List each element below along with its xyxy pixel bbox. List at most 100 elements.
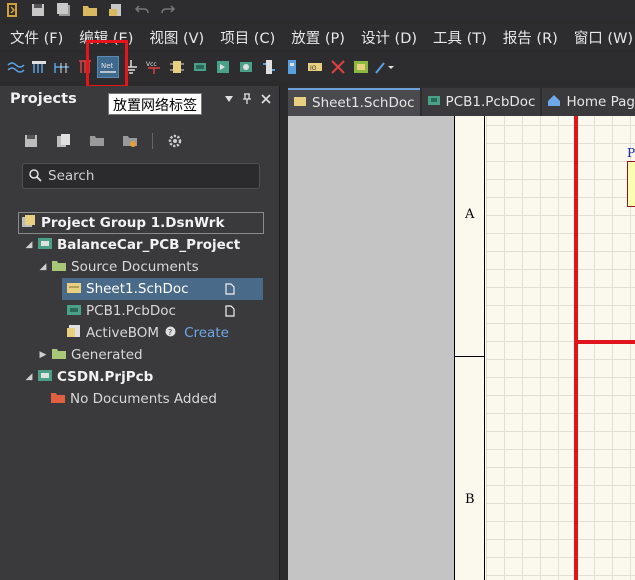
menu-view[interactable]: 视图 (V) bbox=[139, 27, 210, 48]
pcb-doc-icon bbox=[66, 303, 82, 320]
place-drawing-tools-icon[interactable] bbox=[374, 57, 394, 77]
zone-label-b: B bbox=[465, 492, 475, 507]
document-modified-icon bbox=[225, 283, 235, 295]
expand-arrow-icon[interactable]: ◢ bbox=[38, 262, 48, 272]
place-port-icon[interactable] bbox=[259, 57, 279, 77]
tree-item-label: PCB1.PcbDoc bbox=[86, 303, 176, 319]
save-project-icon[interactable] bbox=[20, 130, 42, 152]
place-parameter-set-icon[interactable] bbox=[351, 57, 371, 77]
add-folder-icon[interactable] bbox=[86, 130, 108, 152]
gear-icon[interactable] bbox=[164, 130, 186, 152]
menu-reports[interactable]: 报告 (R) bbox=[493, 27, 564, 48]
menu-bar: 文件 (F) 编辑 (E) 视图 (V) 项目 (C) 放置 (P) 设计 (D… bbox=[0, 24, 635, 50]
save-icon[interactable] bbox=[30, 2, 46, 18]
bom-icon bbox=[66, 324, 82, 342]
document-modified-icon bbox=[225, 305, 235, 317]
menu-file[interactable]: 文件 (F) bbox=[0, 27, 69, 48]
project-options-icon[interactable] bbox=[119, 130, 141, 152]
schematic-doc-icon bbox=[293, 95, 307, 111]
tree-item-sheet1-schdoc[interactable]: Sheet1.SchDoc bbox=[62, 278, 263, 300]
expand-arrow-icon[interactable]: ◢ bbox=[24, 372, 34, 382]
empty-folder-icon bbox=[50, 391, 66, 408]
zone-label-a: A bbox=[465, 207, 475, 222]
search-placeholder: Search bbox=[48, 168, 95, 184]
sheet-border-zone: A B bbox=[455, 116, 485, 580]
search-input[interactable]: Search bbox=[22, 163, 260, 189]
tree-item-label: No Documents Added bbox=[70, 391, 217, 407]
place-wire-icon[interactable] bbox=[6, 57, 26, 77]
place-bus-icon[interactable] bbox=[29, 57, 49, 77]
tooltip: 放置网络标签 bbox=[108, 93, 202, 115]
place-ground-icon[interactable] bbox=[121, 57, 141, 77]
svg-text:Vcc: Vcc bbox=[146, 61, 157, 68]
component-designator: P bbox=[627, 146, 635, 160]
undo-icon[interactable] bbox=[134, 2, 150, 18]
toolbar-separator bbox=[152, 133, 153, 149]
menu-edit[interactable]: 编辑 (E) bbox=[69, 27, 139, 48]
place-sheet-symbol-icon[interactable] bbox=[190, 57, 210, 77]
tree-item-label: Project Group 1.DsnWrk bbox=[41, 215, 225, 231]
menu-tools[interactable]: 工具 (T) bbox=[423, 27, 493, 48]
menu-design[interactable]: 设计 (D) bbox=[351, 27, 423, 48]
redo-icon[interactable] bbox=[160, 2, 176, 18]
tree-item-pcb1-pcbdoc[interactable]: PCB1.PcbDoc bbox=[62, 300, 263, 322]
canvas-background bbox=[288, 116, 454, 580]
place-power-port-icon[interactable]: Vcc bbox=[144, 57, 164, 77]
zone-divider bbox=[455, 356, 485, 357]
tree-item-project-csdn[interactable]: ◢ CSDN.PrjPcb bbox=[24, 366, 154, 388]
tree-item-project-balancecar[interactable]: ◢ BalanceCar_PCB_Project bbox=[24, 234, 241, 256]
place-directive-icon[interactable]: IO bbox=[305, 57, 325, 77]
tab-home-page[interactable]: Home Page bbox=[542, 88, 635, 116]
create-bom-link[interactable]: Create bbox=[184, 325, 229, 341]
place-harness-icon[interactable] bbox=[75, 57, 95, 77]
tree-item-source-documents[interactable]: ◢ Source Documents bbox=[38, 256, 199, 278]
pcb-project-icon bbox=[37, 236, 53, 254]
compile-icon[interactable] bbox=[53, 130, 75, 152]
place-sheet-entry-icon[interactable] bbox=[213, 57, 233, 77]
schematic-sheet[interactable]: A B P bbox=[454, 116, 635, 580]
expand-arrow-icon[interactable]: ◢ bbox=[24, 240, 34, 250]
panel-title: Projects bbox=[10, 91, 77, 107]
save-all-icon[interactable] bbox=[56, 2, 72, 18]
tree-item-no-documents: No Documents Added bbox=[50, 388, 217, 410]
tab-label: Home Page bbox=[566, 94, 635, 110]
menu-window[interactable]: 窗口 (W) bbox=[564, 27, 635, 48]
tab-sheet1-schdoc[interactable]: Sheet1.SchDoc bbox=[288, 88, 420, 116]
svg-text:IO: IO bbox=[310, 65, 317, 72]
tree-item-label: BalanceCar_PCB_Project bbox=[57, 237, 241, 253]
schematic-doc-icon bbox=[66, 281, 82, 298]
place-no-erc-icon[interactable] bbox=[328, 57, 348, 77]
title-bar bbox=[0, 0, 635, 20]
tab-pcb1-pcbdoc[interactable]: PCB1.PcbDoc bbox=[421, 88, 541, 116]
projects-panel: Projects Search Project Group 1.DsnWrk ◢… bbox=[0, 86, 280, 580]
menu-project[interactable]: 项目 (C) bbox=[210, 27, 281, 48]
place-bus-entry-icon[interactable] bbox=[52, 57, 72, 77]
open-folder-icon[interactable] bbox=[82, 2, 98, 18]
panel-menu-chevron-icon[interactable] bbox=[222, 92, 236, 106]
svg-text:Net: Net bbox=[101, 62, 114, 70]
menu-place[interactable]: 放置 (P) bbox=[281, 27, 351, 48]
pcb-project-icon bbox=[37, 368, 53, 386]
wire-vertical[interactable] bbox=[574, 116, 578, 580]
tree-item-label: Sheet1.SchDoc bbox=[86, 281, 189, 297]
place-part-icon[interactable] bbox=[167, 57, 187, 77]
schematic-toolbar: Net Vcc IO bbox=[0, 53, 635, 81]
tree-item-project-group[interactable]: Project Group 1.DsnWrk bbox=[18, 212, 264, 234]
collapse-arrow-icon[interactable]: ▶ bbox=[38, 350, 48, 360]
tree-item-label: ActiveBOM bbox=[86, 325, 160, 341]
tree-item-label: CSDN.PrjPcb bbox=[57, 369, 154, 385]
svg-text:?: ? bbox=[168, 328, 172, 337]
place-off-sheet-icon[interactable] bbox=[282, 57, 302, 77]
wire-horizontal[interactable] bbox=[574, 340, 635, 344]
tree-item-label: Generated bbox=[71, 347, 143, 363]
pin-icon[interactable] bbox=[240, 92, 254, 106]
tree-item-generated[interactable]: ▶ Generated bbox=[38, 344, 143, 366]
tree-item-activebom[interactable]: ActiveBOM ? Create bbox=[62, 322, 229, 344]
panel-toolbar bbox=[20, 130, 186, 152]
component-body[interactable] bbox=[627, 161, 635, 207]
place-net-label-icon[interactable]: Net bbox=[97, 56, 119, 78]
place-device-sheet-icon[interactable] bbox=[236, 57, 256, 77]
help-icon[interactable]: ? bbox=[165, 325, 176, 341]
close-icon[interactable] bbox=[259, 92, 273, 106]
open-document-icon[interactable] bbox=[108, 2, 124, 18]
